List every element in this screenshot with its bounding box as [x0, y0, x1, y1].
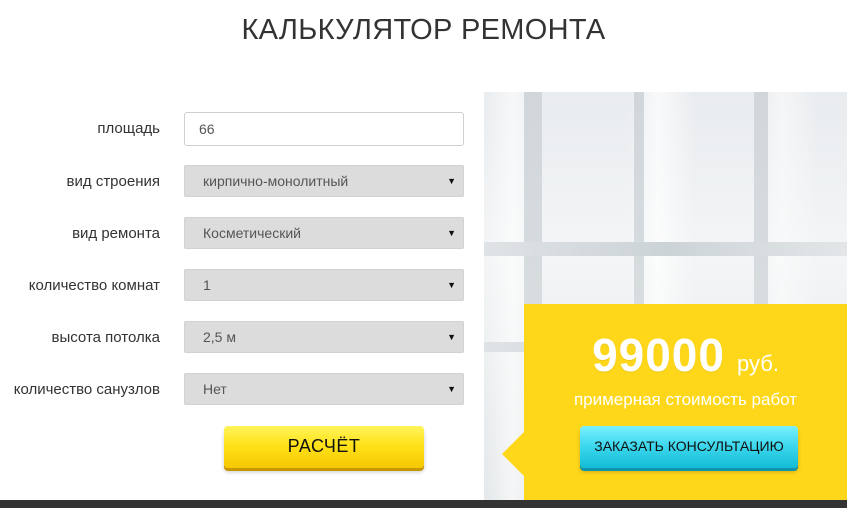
chevron-down-icon: ▼ [447, 280, 456, 290]
price-result-box: 99000 руб. примерная стоимость работ ЗАКА… [502, 304, 847, 500]
chevron-down-icon: ▼ [447, 384, 456, 394]
calculate-button[interactable]: РАСЧЁТ [224, 426, 424, 468]
rooms-label: количество комнат [28, 277, 160, 294]
building-type-select[interactable]: кирпично-монолитный ▼ [184, 165, 464, 197]
chevron-down-icon: ▼ [447, 228, 456, 238]
price-line: 99000 руб. [524, 328, 847, 382]
photo-window-bar [484, 242, 847, 256]
bathrooms-value: Нет [203, 381, 227, 397]
repair-type-row: вид ремонта Косметический ▼ [0, 217, 470, 251]
rooms-value: 1 [203, 277, 211, 293]
order-consultation-button[interactable]: ЗАКАЗАТЬ КОНСУЛЬТАЦИЮ [580, 426, 798, 468]
rooms-row: количество комнат 1 ▼ [0, 269, 470, 303]
footer-bar [0, 500, 847, 508]
ceiling-height-value: 2,5 м [203, 329, 236, 345]
area-label: площадь [97, 120, 160, 137]
repair-type-select[interactable]: Косметический ▼ [184, 217, 464, 249]
page-title: КАЛЬКУЛЯТОР РЕМОНТА [241, 14, 606, 46]
bathrooms-label: количество санузлов [13, 381, 160, 398]
price-currency: руб. [736, 351, 779, 376]
ceiling-height-select[interactable]: 2,5 м ▼ [184, 321, 464, 353]
price-value: 99000 [592, 329, 725, 381]
building-type-row: вид строения кирпично-монолитный ▼ [0, 165, 470, 199]
rooms-select[interactable]: 1 ▼ [184, 269, 464, 301]
repair-type-value: Косметический [203, 225, 301, 241]
building-type-value: кирпично-монолитный [203, 173, 349, 189]
building-type-label: вид строения [66, 173, 160, 190]
repair-type-label: вид ремонта [72, 225, 160, 242]
bathrooms-row: количество санузлов Нет ▼ [0, 373, 470, 407]
price-note: примерная стоимость работ [573, 390, 798, 409]
area-row: площадь [0, 112, 470, 146]
price-pointer-arrow [502, 432, 524, 476]
chevron-down-icon: ▼ [447, 332, 456, 342]
area-input[interactable] [184, 112, 464, 146]
ceiling-height-label: высота потолка [51, 329, 160, 346]
chevron-down-icon: ▼ [447, 176, 456, 186]
ceiling-height-row: высота потолка 2,5 м ▼ [0, 321, 470, 355]
bathrooms-select[interactable]: Нет ▼ [184, 373, 464, 405]
